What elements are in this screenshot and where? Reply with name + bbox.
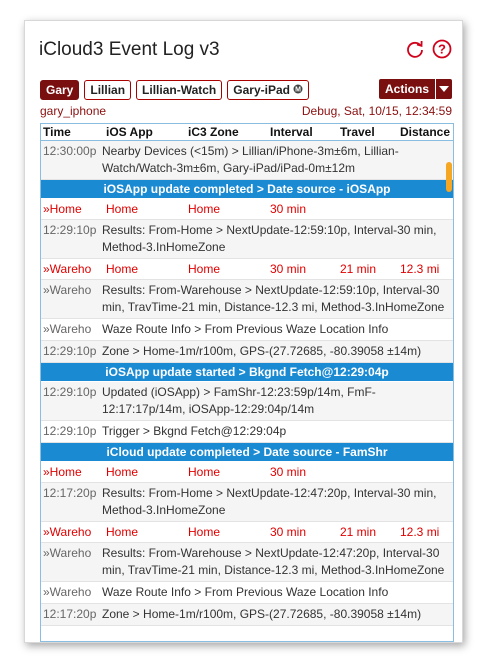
refresh-icon[interactable] xyxy=(405,39,425,59)
table-cell: 12.3 mi xyxy=(400,525,440,539)
table-cell: Home xyxy=(106,202,139,216)
table-row: »Wareho Home Home 30 min 21 min 12.3 mi xyxy=(41,259,453,280)
device-tab-label: Lillian xyxy=(90,83,126,97)
col-distance: Distance xyxy=(400,125,451,139)
event-log-table[interactable]: Time iOS App iC3 Zone Interval Travel Di… xyxy=(40,123,454,642)
log-message: Zone > Home-1m/r100m, GPS-(27.72685, -80… xyxy=(102,344,422,358)
log-time: 12:29:10p xyxy=(43,424,97,438)
col-ic3-zone: iC3 Zone xyxy=(188,125,239,139)
log-time: »Wareho xyxy=(43,546,92,560)
actions-button[interactable]: Actions xyxy=(378,79,452,99)
log-message: Results: From-Home > NextUpdate-12:47:20… xyxy=(102,486,437,517)
table-cell: 21 min xyxy=(340,262,377,276)
device-tab-label: Lillian-Watch xyxy=(142,83,217,97)
device-tab-label: Gary xyxy=(46,83,74,97)
log-entry: 12:29:10p Zone > Home-1m/r100m, GPS-(27.7… xyxy=(41,341,453,363)
table-cell: Home xyxy=(106,465,139,479)
table-cell xyxy=(400,199,450,219)
log-time: 12:29:10p xyxy=(43,223,97,237)
log-entry: 12:29:10p Results: From-Home > NextUpdate… xyxy=(41,220,453,259)
table-cell: Home xyxy=(188,262,221,276)
log-time: »Wareho xyxy=(43,322,92,336)
scrollbar-thumb[interactable] xyxy=(446,162,452,192)
log-entry: 12:29:10p Trigger > Bkgnd Fetch@12:29:04p xyxy=(41,421,453,443)
section-banner: iCloud update completed > Date source - … xyxy=(41,443,453,462)
debug-timestamp: Debug, Sat, 10/15, 12:34:59 xyxy=(301,104,452,118)
table-cell: 30 min xyxy=(270,202,307,216)
status-line: gary_iphone Debug, Sat, 10/15, 12:34:59 xyxy=(40,104,452,118)
table-cell xyxy=(400,462,450,482)
log-time: 12:17:20p xyxy=(43,486,97,500)
col-time: Time xyxy=(43,125,71,139)
log-message: Nearby Devices (<15m) > Lillian/iPhone-3… xyxy=(102,144,399,175)
log-message: Trigger > Bkgnd Fetch@12:29:04p xyxy=(102,424,287,438)
device-name: gary_iphone xyxy=(40,104,107,118)
col-interval: Interval xyxy=(270,125,313,139)
table-cell: »Home xyxy=(43,465,82,479)
table-header: Time iOS App iC3 Zone Interval Travel Di… xyxy=(41,124,453,141)
device-tabs: Gary Lillian Lillian-Watch Gary-iPad M xyxy=(40,80,309,100)
log-time: 12:30:00p xyxy=(43,144,97,158)
log-message: Results: From-Home > NextUpdate-12:59:10… xyxy=(102,223,437,254)
log-entry: 12:17:20p Zone > Home-1m/r100m, GPS-(27.7… xyxy=(41,604,453,626)
device-tab-lillian-watch[interactable]: Lillian-Watch xyxy=(136,80,223,100)
table-cell: 12.3 mi xyxy=(400,262,440,276)
page-title: iCloud3 Event Log v3 xyxy=(39,39,220,60)
table-row: »Wareho Home Home 30 min 21 min 12.3 mi xyxy=(41,522,453,543)
log-time: 12:17:20p xyxy=(43,607,97,621)
table-cell: 30 min xyxy=(270,465,307,479)
event-log-panel: iCloud3 Event Log v3 ? Gary Lillian Lill… xyxy=(24,20,463,643)
svg-text:?: ? xyxy=(438,42,446,57)
log-entry: »Wareho Results: From-Warehouse > NextUpd… xyxy=(41,543,453,582)
table-cell: Home xyxy=(106,262,139,276)
table-cell: »Wareho xyxy=(43,525,92,539)
log-time: 12:29:10p xyxy=(43,344,97,358)
log-message: Results: From-Warehouse > NextUpdate-12:… xyxy=(102,546,445,577)
table-cell: 21 min xyxy=(340,525,377,539)
table-cell: »Home xyxy=(43,202,82,216)
log-entry: 12:29:10p Updated (iOSApp) > FamShr-12:23… xyxy=(41,382,453,421)
table-cell: Home xyxy=(188,202,221,216)
actions-label: Actions xyxy=(384,82,429,96)
table-cell xyxy=(340,462,400,482)
device-tab-gary-ipad[interactable]: Gary-iPad M xyxy=(227,80,309,100)
device-tab-gary[interactable]: Gary xyxy=(40,80,80,100)
log-message: Waze Route Info > From Previous Waze Loc… xyxy=(102,585,389,599)
table-cell xyxy=(340,199,400,219)
log-time: 12:29:10p xyxy=(43,385,97,399)
table-row: »Home Home Home 30 min xyxy=(41,199,453,220)
col-travel: Travel xyxy=(340,125,375,139)
log-message: Waze Route Info > From Previous Waze Loc… xyxy=(102,322,389,336)
help-icon[interactable]: ? xyxy=(432,39,452,59)
section-banner: iOSApp update completed > Date source - … xyxy=(41,180,453,199)
header-icons: ? xyxy=(405,39,452,59)
log-entry: »Wareho Results: From-Warehouse > NextUpd… xyxy=(41,280,453,319)
log-time: »Wareho xyxy=(43,585,92,599)
table-cell: »Wareho xyxy=(43,262,92,276)
log-message: Zone > Home-1m/r100m, GPS-(27.72685, -80… xyxy=(102,607,422,621)
log-entry: 12:17:20p Results: From-Home > NextUpdate… xyxy=(41,483,453,522)
log-time: »Wareho xyxy=(43,283,92,297)
log-entry: 12:30:00p Nearby Devices (<15m) > Lillian… xyxy=(41,141,453,180)
log-message: Results: From-Warehouse > NextUpdate-12:… xyxy=(102,283,445,314)
col-ios-app: iOS App xyxy=(106,125,153,139)
log-rows: 12:30:00p Nearby Devices (<15m) > Lillian… xyxy=(41,141,453,626)
chevron-down-icon xyxy=(435,79,452,99)
table-cell: Home xyxy=(188,525,221,539)
device-tab-label: Gary-iPad xyxy=(233,83,290,97)
table-cell: 30 min xyxy=(270,262,307,276)
table-cell: Home xyxy=(106,525,139,539)
table-cell: Home xyxy=(188,465,221,479)
log-entry: »Wareho Waze Route Info > From Previous W… xyxy=(41,582,453,604)
device-tab-lillian[interactable]: Lillian xyxy=(84,80,132,100)
svg-text:M: M xyxy=(295,87,301,94)
section-banner: iOSApp update started > Bkgnd Fetch@12:2… xyxy=(41,363,453,382)
table-row: »Home Home Home 30 min xyxy=(41,462,453,483)
monitor-icon: M xyxy=(293,83,303,97)
log-message: Updated (iOSApp) > FamShr-12:23:59p/14m,… xyxy=(102,385,376,416)
table-cell: 30 min xyxy=(270,525,307,539)
log-entry: »Wareho Waze Route Info > From Previous W… xyxy=(41,319,453,341)
